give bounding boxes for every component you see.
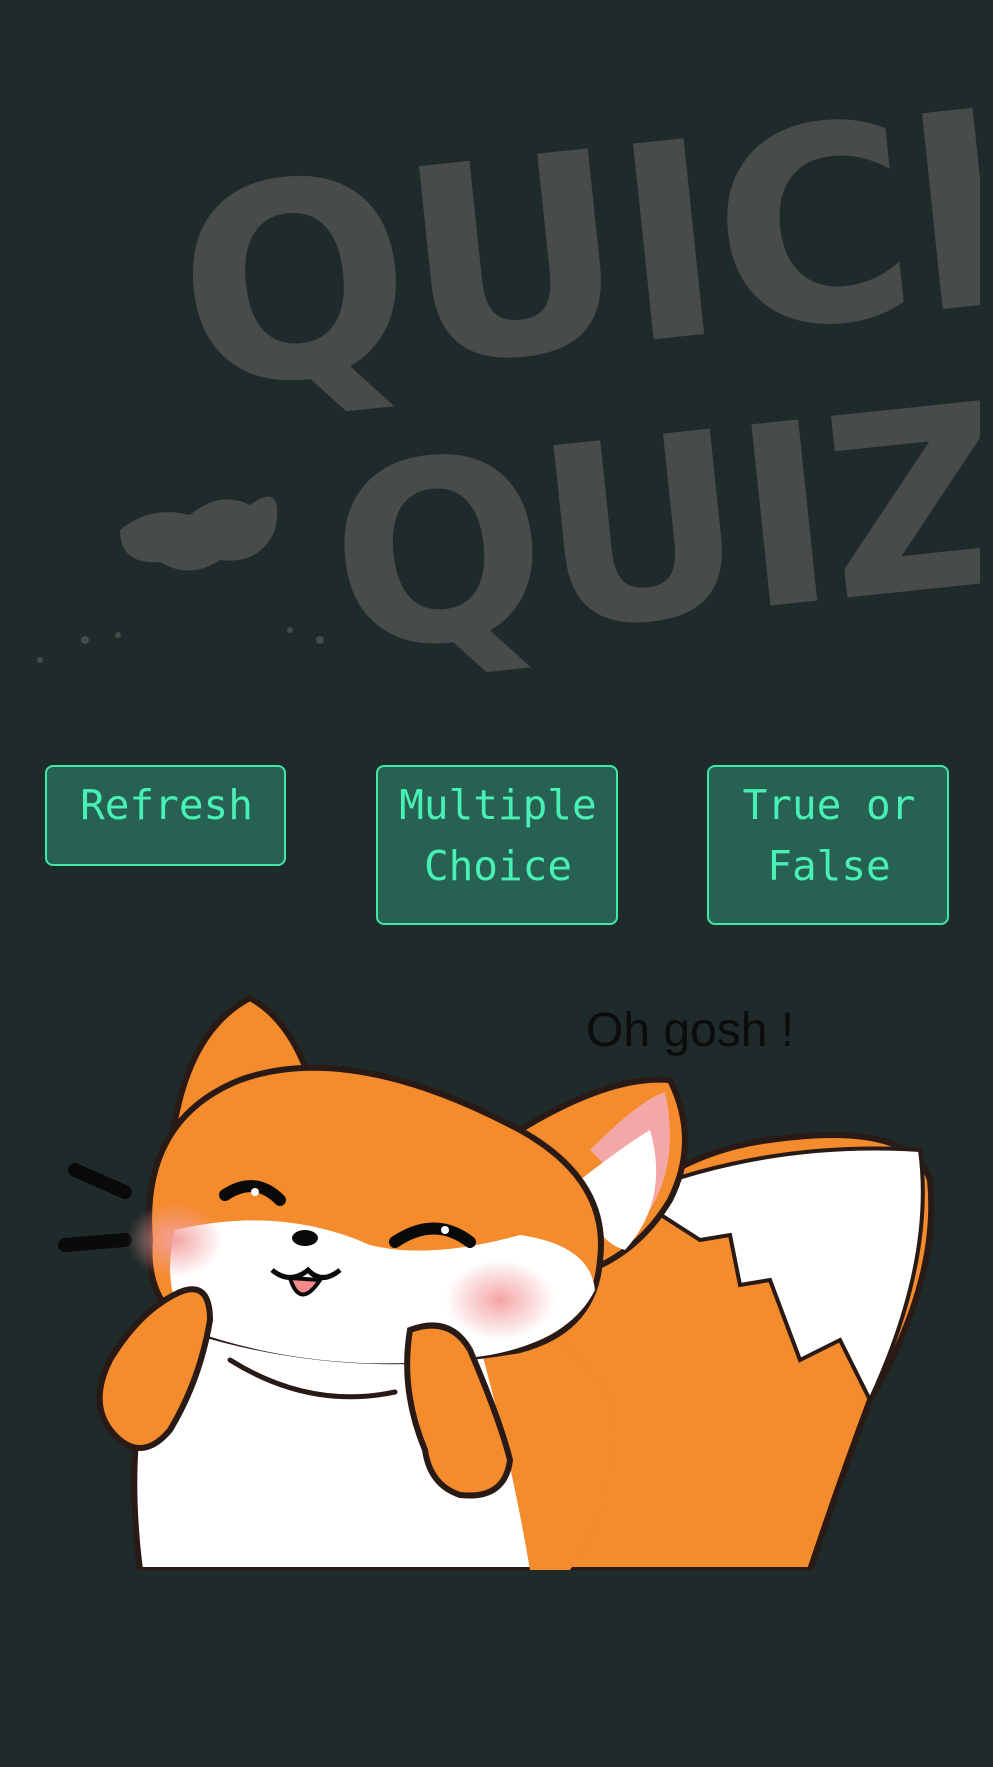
multiple-choice-button[interactable]: Multiple Choice (376, 765, 618, 925)
fox-mascot-icon (50, 980, 950, 1570)
quick-quiz-logo: QUICK QUIZ (20, 50, 980, 690)
motion-line (58, 1233, 132, 1252)
true-or-false-button[interactable]: True or False (707, 765, 949, 925)
refresh-button[interactable]: Refresh (45, 765, 286, 866)
motion-line (68, 1163, 132, 1199)
